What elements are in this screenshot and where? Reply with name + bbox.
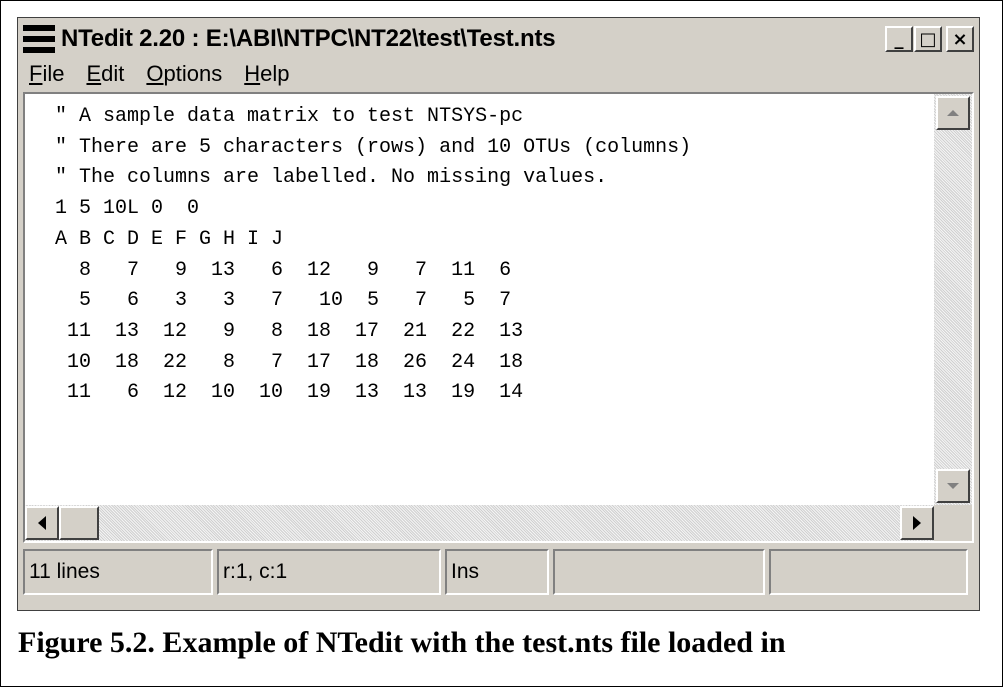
- status-line-count: 11 lines: [23, 549, 213, 595]
- menu-options[interactable]: Options: [146, 61, 222, 87]
- status-insert-mode: Ins: [445, 549, 549, 595]
- arrow-right-icon: [913, 516, 921, 530]
- close-button[interactable]: ×: [946, 26, 974, 52]
- ntedit-window: NTedit 2.20 : E:\ABI\NTPC\NT22\test\Test…: [17, 17, 980, 611]
- horizontal-scrollbar[interactable]: [25, 505, 934, 541]
- menu-help[interactable]: Help: [244, 61, 289, 87]
- arrow-down-icon: [947, 483, 959, 489]
- figure-caption: Figure 5.2. Example of NTedit with the t…: [18, 626, 786, 659]
- minimize-icon: _: [894, 28, 904, 50]
- menu-bar: File Edit Options Help: [23, 58, 306, 90]
- scroll-up-button[interactable]: [936, 96, 970, 130]
- status-cursor-position: r:1, c:1: [217, 549, 441, 595]
- status-panel-extra-1: [553, 549, 765, 595]
- menu-edit[interactable]: Edit: [86, 61, 124, 87]
- scrollbar-corner: [934, 505, 972, 541]
- scroll-left-button[interactable]: [25, 506, 59, 540]
- arrow-left-icon: [38, 516, 46, 530]
- minimize-button[interactable]: _: [885, 26, 913, 52]
- horizontal-scroll-thumb[interactable]: [59, 506, 99, 540]
- editor-content[interactable]: " A sample data matrix to test NTSYS-pc …: [25, 94, 934, 505]
- scroll-down-button[interactable]: [936, 469, 970, 503]
- system-menu-icon[interactable]: [23, 25, 55, 53]
- vertical-scrollbar[interactable]: [934, 94, 972, 505]
- arrow-up-icon: [947, 110, 959, 116]
- window-title: NTedit 2.20 : E:\ABI\NTPC\NT22\test\Test…: [61, 25, 556, 52]
- status-bar: 11 lines r:1, c:1 Ins: [23, 549, 974, 601]
- status-panel-extra-2: [769, 549, 968, 595]
- maximize-icon: □: [919, 28, 937, 50]
- menu-file[interactable]: File: [29, 61, 64, 87]
- maximize-button[interactable]: □: [914, 26, 942, 52]
- title-bar[interactable]: NTedit 2.20 : E:\ABI\NTPC\NT22\test\Test…: [23, 22, 974, 56]
- scroll-right-button[interactable]: [900, 506, 934, 540]
- close-icon: ×: [952, 28, 968, 50]
- text-editor[interactable]: " A sample data matrix to test NTSYS-pc …: [23, 92, 974, 543]
